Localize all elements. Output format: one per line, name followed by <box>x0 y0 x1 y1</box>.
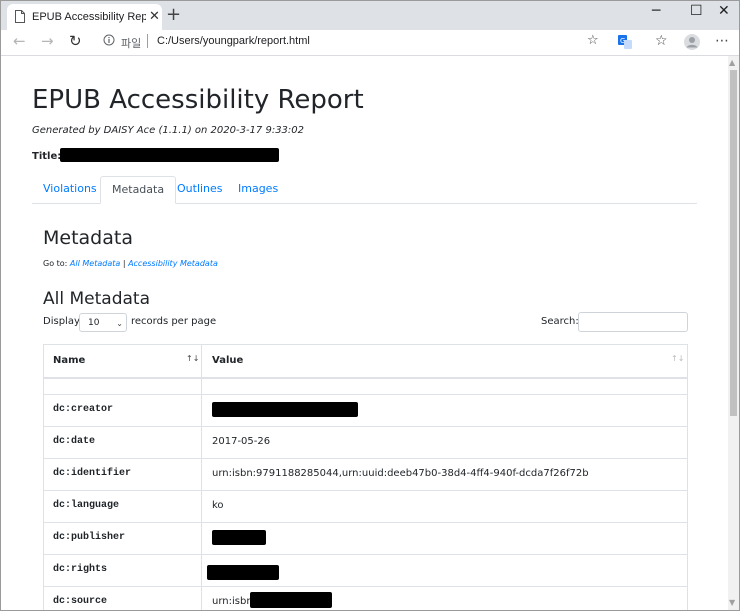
scheme-label: 파일 <box>121 37 142 50</box>
table-header: Name ↑↓ Value ↑↓ <box>44 345 687 379</box>
sort-icon[interactable]: ↑↓ <box>671 354 684 363</box>
browser-toolbar: ← → ↻ 파일 C:/Users/youngpark/report.html … <box>1 30 739 56</box>
address-bar[interactable]: 파일 C:/Users/youngpark/report.html ☆ <box>95 31 609 53</box>
table-row: dc:creator <box>44 394 687 426</box>
page-content: EPUB Accessibility Report Generated by D… <box>1 56 728 610</box>
metadata-heading: Metadata <box>43 227 133 249</box>
table-row: dc:publisher <box>44 522 687 554</box>
tab-outlines[interactable]: Outlines <box>166 176 234 202</box>
page-icon <box>15 10 25 23</box>
translate-icon[interactable]: G <box>618 35 632 49</box>
browser-window: EPUB Accessibility Report by DAISY Ace ✕… <box>0 0 740 611</box>
scrollbar-thumb[interactable] <box>730 70 737 416</box>
goto-label: Go to: <box>43 259 68 268</box>
title-label: Title: <box>32 151 62 162</box>
reload-icon[interactable]: ↻ <box>69 32 82 50</box>
favorite-star-icon[interactable]: ☆ <box>587 33 599 48</box>
table-row: dc:identifier urn:isbn:9791188285044,urn… <box>44 458 687 490</box>
tab-violations[interactable]: Violations <box>32 176 108 202</box>
redacted-title <box>60 148 279 162</box>
redacted-value <box>212 402 358 417</box>
table-row: dc:source urn:isbn <box>44 586 687 610</box>
redacted-value <box>212 530 266 545</box>
redacted-value <box>250 592 332 608</box>
row-name: dc:identifier <box>53 468 132 479</box>
browser-tab[interactable]: EPUB Accessibility Report by DAISY Ace ✕ <box>7 4 162 30</box>
all-metadata-heading: All Metadata <box>43 289 150 309</box>
row-name: dc:date <box>53 436 96 447</box>
table-row <box>44 379 687 394</box>
favorites-icon[interactable]: ☆ <box>655 33 668 49</box>
tab-images[interactable]: Images <box>227 176 289 202</box>
sort-icon[interactable]: ↑↓ <box>186 354 199 363</box>
records-per-page-label: records per page <box>131 316 217 327</box>
row-name: dc:rights <box>53 564 108 575</box>
tab-title: EPUB Accessibility Report by DAISY Ace <box>32 11 146 23</box>
url-text[interactable]: C:/Users/youngpark/report.html <box>157 35 310 47</box>
search-label: Search: <box>541 316 579 327</box>
row-value: 2017-05-26 <box>212 436 271 447</box>
scroll-down-icon[interactable]: ▼ <box>729 598 735 607</box>
divider <box>147 34 148 48</box>
generated-info: Generated by DAISY Ace (1.1.1) on 2020-3… <box>32 125 305 136</box>
row-value: urn:isbn <box>212 596 253 607</box>
page-size-value: 10 <box>88 318 100 328</box>
link-all-metadata[interactable]: All Metadata <box>70 259 120 268</box>
search-input[interactable] <box>578 312 688 332</box>
more-menu-icon[interactable]: ⋯ <box>715 33 729 49</box>
page-title: EPUB Accessibility Report <box>32 85 364 115</box>
goto-separator: | <box>122 259 126 268</box>
new-tab-button[interactable]: + <box>166 4 181 25</box>
table-row: dc:date 2017-05-26 <box>44 426 687 458</box>
maximize-icon[interactable]: ☐ <box>690 3 703 19</box>
window-close-icon[interactable]: ✕ <box>718 3 730 19</box>
goto-links: Go to: All Metadata | Accessibility Meta… <box>43 259 218 268</box>
link-accessibility-metadata[interactable]: Accessibility Metadata <box>128 259 218 268</box>
back-icon[interactable]: ← <box>13 32 26 50</box>
minimize-icon[interactable]: ─ <box>652 3 660 19</box>
row-value: urn:isbn:9791188285044,urn:uuid:deeb47b0… <box>212 468 589 479</box>
info-icon[interactable] <box>103 34 115 46</box>
vertical-scrollbar[interactable]: ▲ ▼ <box>728 56 739 610</box>
column-header-value[interactable]: Value <box>212 345 243 377</box>
page-size-select[interactable]: 10 ⌄ <box>79 313 127 332</box>
table-row: dc:rights <box>44 554 687 586</box>
scroll-up-icon[interactable]: ▲ <box>729 58 735 67</box>
redacted-value <box>207 565 279 580</box>
row-name: dc:language <box>53 500 120 511</box>
metadata-table: Name ↑↓ Value ↑↓ dc:creator dc:date 2017… <box>43 344 688 610</box>
report-tabs: Violations Metadata Outlines Images <box>32 176 697 204</box>
chevron-down-icon: ⌄ <box>116 319 123 328</box>
row-name: dc:creator <box>53 404 114 415</box>
row-value: ko <box>212 500 224 511</box>
tab-strip: EPUB Accessibility Report by DAISY Ace ✕… <box>1 1 739 30</box>
display-label: Display <box>43 316 80 327</box>
row-name: dc:source <box>53 596 108 607</box>
table-row: dc:language ko <box>44 490 687 522</box>
close-tab-icon[interactable]: ✕ <box>149 9 160 24</box>
row-name: dc:publisher <box>53 532 126 543</box>
column-header-name[interactable]: Name <box>53 345 85 377</box>
forward-icon[interactable]: → <box>41 32 54 50</box>
tab-metadata[interactable]: Metadata <box>100 176 177 204</box>
profile-avatar-icon[interactable] <box>684 34 700 50</box>
